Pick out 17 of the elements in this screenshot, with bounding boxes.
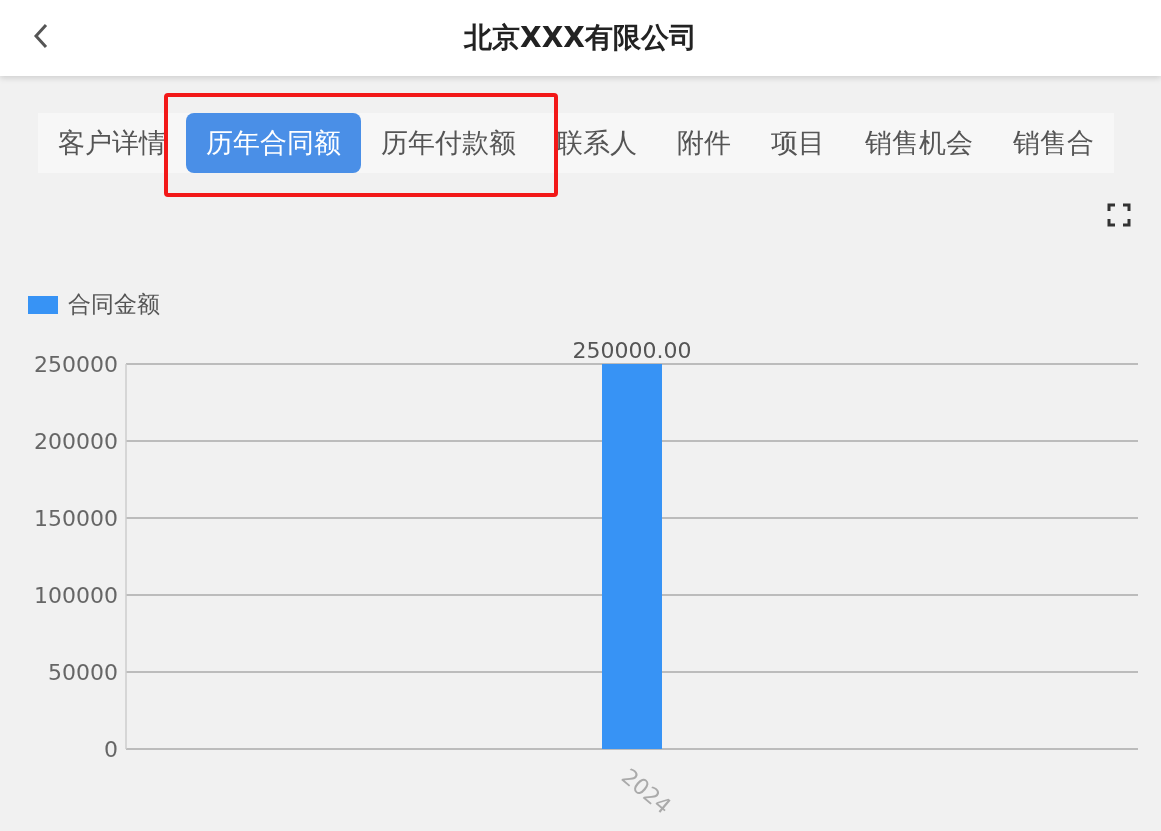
tab[interactable]: 销售合 [993, 113, 1114, 173]
tab[interactable]: 历年付款额 [361, 113, 536, 173]
tab[interactable]: 客户详情 [38, 113, 186, 173]
tab[interactable]: 联系人 [536, 113, 657, 173]
y-tick-label: 50000 [48, 660, 118, 685]
y-tick-label: 250000 [34, 352, 118, 377]
tab[interactable]: 项目 [751, 113, 845, 173]
tab[interactable]: 附件 [657, 113, 751, 173]
y-tick-label: 150000 [34, 506, 118, 531]
tab[interactable]: 销售机会 [845, 113, 993, 173]
y-tick-label: 200000 [34, 429, 118, 454]
page-title: 北京XXX有限公司 [464, 20, 697, 56]
legend-label: 合同金额 [68, 290, 160, 319]
bar-value-label: 250000.00 [572, 338, 692, 363]
y-tick-label: 100000 [34, 583, 118, 608]
y-tick-label: 0 [104, 737, 118, 762]
fullscreen-icon[interactable] [1107, 203, 1131, 227]
